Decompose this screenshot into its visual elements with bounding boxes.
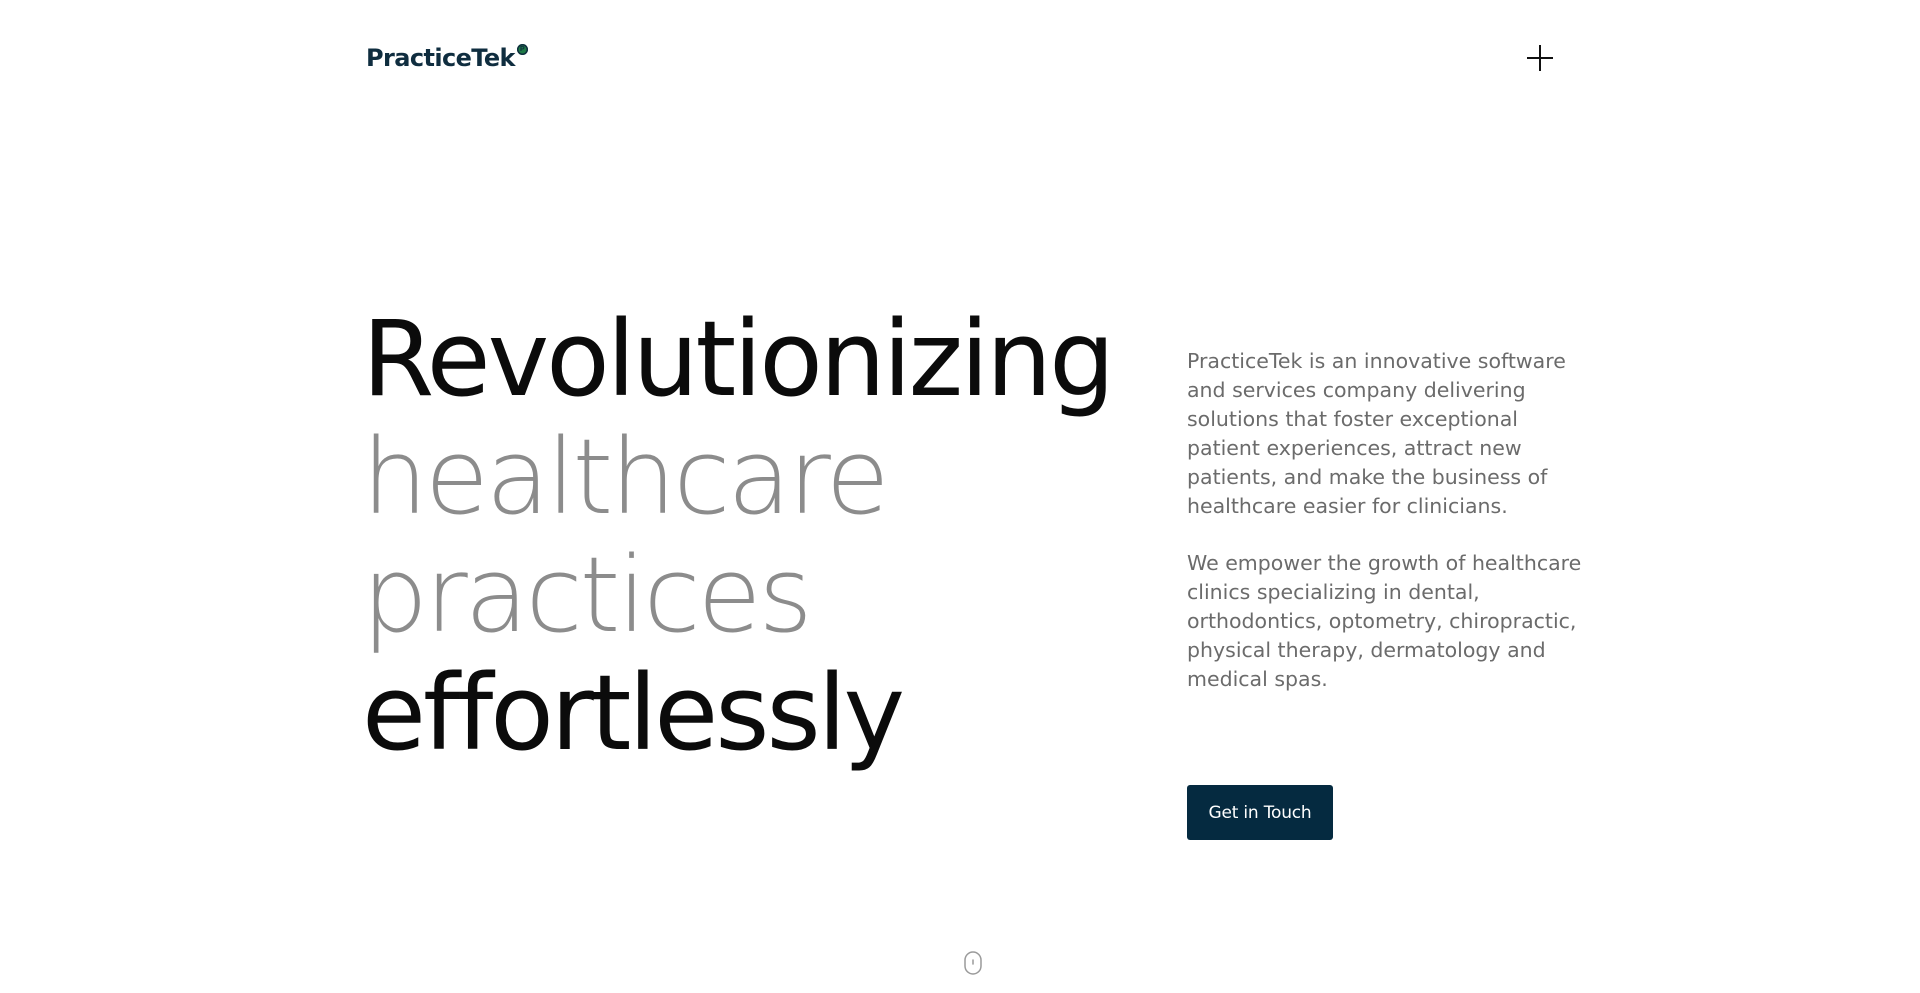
plus-icon xyxy=(1527,45,1553,71)
page: PracticeTek P Revolutionizing healthcare… xyxy=(0,0,1920,993)
headline-line-3: practices xyxy=(362,534,813,656)
get-in-touch-button[interactable]: Get in Touch xyxy=(1187,785,1333,840)
hero-description: PracticeTek is an innovative software an… xyxy=(1187,347,1592,694)
logo-badge-icon: P xyxy=(516,44,528,55)
mouse-scroll-icon xyxy=(964,951,982,975)
hero-headline: Revolutionizing healthcare practices eff… xyxy=(362,298,1115,774)
menu-toggle-button[interactable] xyxy=(1524,42,1556,74)
description-paragraph-2: We empower the growth of healthcare clin… xyxy=(1187,551,1582,691)
logo-wordmark: PracticeTek xyxy=(366,44,515,72)
scroll-down-indicator[interactable] xyxy=(963,950,983,976)
headline-line-2: healthcare xyxy=(362,416,890,538)
headline-line-4: effortlessly xyxy=(362,652,905,774)
headline-line-1: Revolutionizing xyxy=(362,298,1115,420)
description-paragraph-1: PracticeTek is an innovative software an… xyxy=(1187,349,1566,518)
logo-link[interactable]: PracticeTek P xyxy=(366,44,528,72)
